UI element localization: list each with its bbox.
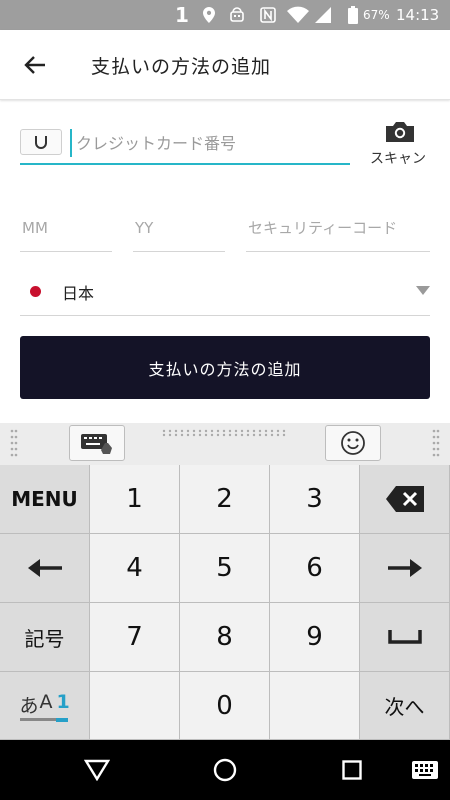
wifi-icon	[286, 0, 310, 30]
key-1[interactable]: 1	[90, 465, 180, 534]
key-6[interactable]: 6	[270, 534, 360, 603]
nfc-icon	[257, 0, 279, 30]
signal-icon	[313, 0, 333, 30]
country-select[interactable]: 日本	[20, 272, 430, 316]
key-next[interactable]: 次へ	[360, 672, 450, 740]
mode-numeric: 1	[56, 690, 70, 713]
key-0[interactable]: 0	[180, 672, 270, 740]
key-space[interactable]	[360, 603, 450, 672]
keyboard-toolbar	[0, 423, 450, 465]
mode-alpha: A	[39, 690, 53, 713]
key-5[interactable]: 5	[180, 534, 270, 603]
key-7[interactable]: 7	[90, 603, 180, 672]
key-8[interactable]: 8	[180, 603, 270, 672]
battery-icon	[346, 0, 360, 30]
nav-home-button[interactable]	[195, 740, 255, 800]
keypad: MENU 1 2 3 4 5 6 記号 7 8 9 あ A 1 0 次へ	[0, 465, 450, 740]
dropdown-arrow-icon	[416, 286, 430, 295]
triangle-back-icon	[84, 759, 110, 781]
key-right-arrow[interactable]	[360, 534, 450, 603]
notification-count: 1	[175, 3, 189, 27]
card-number-input[interactable]	[70, 129, 345, 157]
key-left-arrow[interactable]	[0, 534, 90, 603]
expiry-year-field	[133, 210, 225, 252]
key-symbols[interactable]: 記号	[0, 603, 90, 672]
arrow-back-icon	[24, 56, 45, 74]
space-icon	[387, 630, 422, 644]
security-code-field	[246, 210, 430, 252]
back-button[interactable]	[18, 50, 52, 80]
expiry-year-input[interactable]	[133, 212, 225, 244]
nav-recents-button[interactable]	[322, 740, 382, 800]
keyboard-switch-button[interactable]	[69, 425, 125, 461]
country-label: 日本	[62, 284, 95, 303]
input-mode-indicator: あ A 1	[19, 689, 70, 723]
keyboard-icon	[412, 761, 438, 779]
arrow-left-icon	[27, 559, 62, 577]
mode-hiragana: あ	[19, 694, 39, 717]
expiry-month-field	[20, 210, 112, 252]
android-icon	[226, 0, 248, 30]
emoji-icon	[341, 431, 365, 455]
mode-underline	[19, 717, 56, 721]
clock: 14:13	[396, 6, 440, 24]
key-backspace[interactable]	[360, 465, 450, 534]
arrow-right-icon	[387, 559, 422, 577]
key-9[interactable]: 9	[270, 603, 360, 672]
page-title: 支払いの方法の追加	[91, 56, 272, 78]
key-menu[interactable]: MENU	[0, 465, 90, 534]
key-3[interactable]: 3	[270, 465, 360, 534]
location-icon	[200, 0, 218, 30]
center-grip-icon	[162, 429, 286, 437]
keyboard-switch-icon	[81, 434, 112, 454]
key-input-mode[interactable]: あ A 1	[0, 672, 90, 740]
security-code-input[interactable]	[246, 212, 430, 244]
app-bar: 支払いの方法の追加	[0, 30, 450, 100]
scan-label: スキャン	[370, 151, 426, 167]
home-circle-icon	[213, 758, 237, 782]
key-blank-right[interactable]	[270, 672, 360, 740]
nav-keyboard-button[interactable]	[400, 740, 450, 800]
backspace-icon	[385, 486, 424, 512]
key-blank-left[interactable]	[90, 672, 180, 740]
nav-back-button[interactable]	[67, 740, 127, 800]
status-bar: 1 67% 14:13	[0, 0, 450, 30]
left-grip-icon	[10, 429, 18, 457]
card-number-row	[20, 123, 350, 165]
system-nav-bar	[0, 740, 450, 800]
right-grip-icon	[432, 429, 440, 457]
battery-percent: 67%	[363, 8, 390, 22]
recents-square-icon	[342, 760, 362, 780]
card-type-icon	[20, 129, 62, 155]
mode-active-underline	[55, 717, 68, 722]
japan-flag-icon	[30, 286, 41, 297]
add-payment-method-button[interactable]: 支払いの方法の追加	[20, 336, 430, 399]
expiry-month-input[interactable]	[20, 212, 112, 244]
scan-button[interactable]: スキャン	[366, 118, 436, 170]
camera-icon	[386, 122, 414, 142]
emoji-button[interactable]	[325, 425, 381, 461]
key-2[interactable]: 2	[180, 465, 270, 534]
key-4[interactable]: 4	[90, 534, 180, 603]
